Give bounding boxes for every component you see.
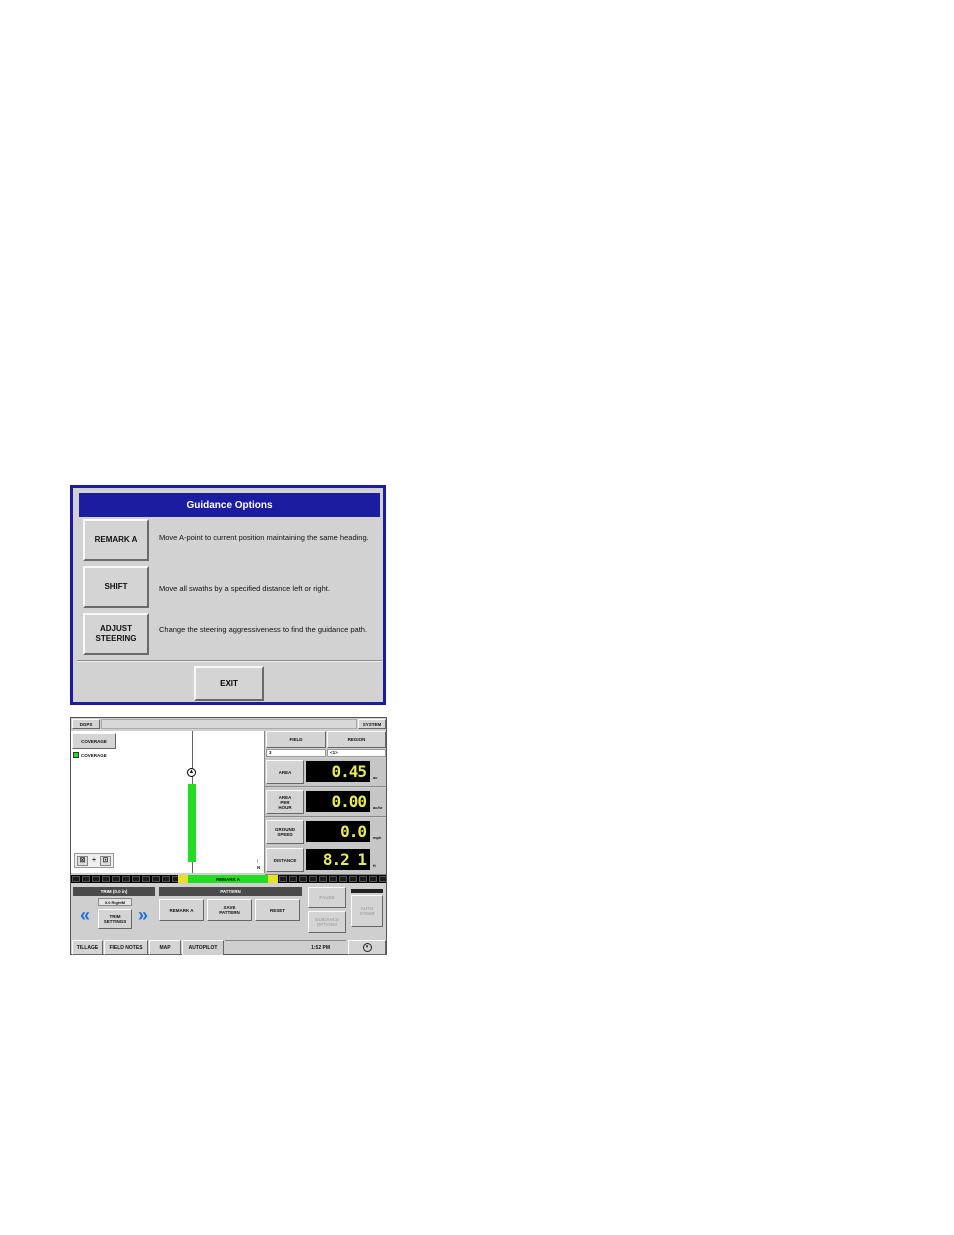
- area-unit: ac: [373, 775, 378, 780]
- control-panel: TRIM (0.0 in) « 0.0 RightM TRIM SETTINGS…: [72, 885, 385, 938]
- lightbar-segment: [92, 876, 100, 882]
- lightbar-right-edge: [268, 875, 278, 883]
- distance-label[interactable]: DISTANCE: [266, 848, 304, 872]
- lightbar-segment: [152, 876, 160, 882]
- distance-unit: ft: [373, 863, 376, 868]
- tab-map[interactable]: MAP: [149, 940, 181, 955]
- trim-right-arrow-icon[interactable]: »: [136, 905, 150, 925]
- remark-a-description: Move A-point to current position maintai…: [159, 533, 369, 542]
- distance-readout: 8.2 1: [306, 849, 370, 870]
- tab-field-notes[interactable]: FIELD NOTES: [104, 940, 148, 955]
- clock: 1:52 PM: [225, 940, 346, 955]
- dialog-divider: [77, 660, 382, 662]
- lightbar-segment: [359, 876, 367, 882]
- header-status-strip: [101, 719, 357, 729]
- zoom-in-icon[interactable]: ⊡: [100, 856, 111, 866]
- trim-settings-button[interactable]: TRIM SETTINGS: [98, 909, 132, 929]
- area-meter: AREA 0.45 ac: [265, 758, 386, 787]
- auto-steer-indicator: [351, 889, 383, 893]
- shift-option-button[interactable]: SHIFT: [83, 566, 149, 608]
- ground-speed-unit: mph: [373, 835, 382, 840]
- pause-button[interactable]: PAUSE: [308, 887, 346, 908]
- coverage-legend-swatch: [73, 752, 79, 758]
- lightbar-segment: [82, 876, 90, 882]
- trim-left-arrow-icon[interactable]: «: [78, 905, 92, 925]
- map-view-controls: ⊠ ÷ ⊡: [74, 853, 114, 868]
- lightbar-center-label: REMARK A: [188, 875, 268, 883]
- lightbar-segment: [319, 876, 327, 882]
- lightbar-segment: [279, 876, 287, 882]
- ground-speed-readout: 0.0: [306, 821, 370, 842]
- lightbar-segment: [162, 876, 170, 882]
- ground-speed-label[interactable]: GROUND SPEED: [266, 820, 304, 844]
- ground-speed-meter: GROUND SPEED 0.0 mph: [265, 818, 386, 847]
- north-label: N: [257, 865, 261, 870]
- remark-a-button[interactable]: REMARK A: [159, 899, 204, 921]
- lightbar-segment: [102, 876, 110, 882]
- trim-readout: 0.0 RightM: [98, 898, 132, 906]
- lightbar-segment: [289, 876, 297, 882]
- reset-button[interactable]: RESET: [255, 899, 300, 921]
- area-per-hour-unit: ac/hr: [373, 805, 383, 810]
- tab-region[interactable]: REGION: [327, 731, 386, 748]
- lightbar-segment: [329, 876, 337, 882]
- coverage-legend-label: COVERAGE: [81, 753, 107, 758]
- steering-wheel-button[interactable]: ▾: [348, 940, 386, 955]
- zoom-extents-icon[interactable]: ⊠: [77, 856, 88, 866]
- adjust-steering-option-button[interactable]: ADJUST STEERING: [83, 613, 149, 655]
- guidance-options-button[interactable]: GUIDANCE OPTIONS: [308, 911, 346, 933]
- guidance-lightbar: REMARK A: [71, 875, 387, 883]
- coverage-swath: [188, 784, 196, 862]
- trim-title: TRIM (0.0 in): [73, 887, 155, 896]
- lightbar-segment: [72, 876, 80, 882]
- area-readout: 0.45: [306, 761, 370, 782]
- auto-steer-button[interactable]: AUTO STEER: [351, 895, 383, 927]
- tab-autopilot[interactable]: AUTOPILOT: [182, 940, 224, 955]
- lightbar-segment: [379, 876, 387, 882]
- field-value: 3: [266, 749, 326, 757]
- lightbar-segment: [369, 876, 377, 882]
- shift-description: Move all swaths by a specified distance …: [159, 584, 330, 593]
- lightbar-segment: [339, 876, 347, 882]
- steering-wheel-icon: ▾: [362, 943, 372, 952]
- dgps-status-button[interactable]: DGPS: [72, 719, 100, 729]
- monitor-screen: DGPS SYSTEM COVERAGE COVERAGE ▲ ⊠ ÷ ⊡ ↑ …: [70, 717, 387, 955]
- coverage-button[interactable]: COVERAGE: [72, 733, 116, 749]
- coverage-map[interactable]: COVERAGE COVERAGE ▲ ⊠ ÷ ⊡ ↑ N: [71, 731, 265, 873]
- system-button[interactable]: SYSTEM: [358, 719, 386, 729]
- lightbar-segment: [309, 876, 317, 882]
- exit-button[interactable]: EXIT: [194, 666, 264, 701]
- tab-field[interactable]: FIELD: [266, 731, 326, 748]
- tab-tillage[interactable]: TILLAGE: [72, 940, 103, 955]
- pattern-title: PATTERN: [159, 887, 302, 896]
- guidance-options-dialog: Guidance Options REMARK A Move A-point t…: [70, 485, 386, 705]
- lightbar-segment: [112, 876, 120, 882]
- dialog-title: Guidance Options: [79, 493, 380, 517]
- region-value: <1>: [327, 749, 386, 757]
- lightbar-segment: [132, 876, 140, 882]
- adjust-steering-description: Change the steering aggressiveness to fi…: [159, 625, 368, 634]
- area-per-hour-readout: 0.00: [306, 791, 370, 812]
- distance-meter: DISTANCE 8.2 1 ft: [265, 846, 386, 875]
- lightbar-segment: [122, 876, 130, 882]
- zoom-toggle-icon[interactable]: ÷: [90, 856, 98, 866]
- lightbar-segment: [299, 876, 307, 882]
- area-per-hour-meter: AREA PER HOUR 0.00 ac/hr: [265, 788, 386, 817]
- save-pattern-button[interactable]: SAVE PATTERN: [207, 899, 252, 921]
- lightbar-left-edge: [178, 875, 188, 883]
- lightbar-segment: [142, 876, 150, 882]
- vehicle-position-icon: ▲: [187, 768, 196, 777]
- area-label[interactable]: AREA: [266, 760, 304, 784]
- remark-a-option-button[interactable]: REMARK A: [83, 519, 149, 561]
- area-per-hour-label[interactable]: AREA PER HOUR: [266, 790, 304, 814]
- lightbar-segment: [349, 876, 357, 882]
